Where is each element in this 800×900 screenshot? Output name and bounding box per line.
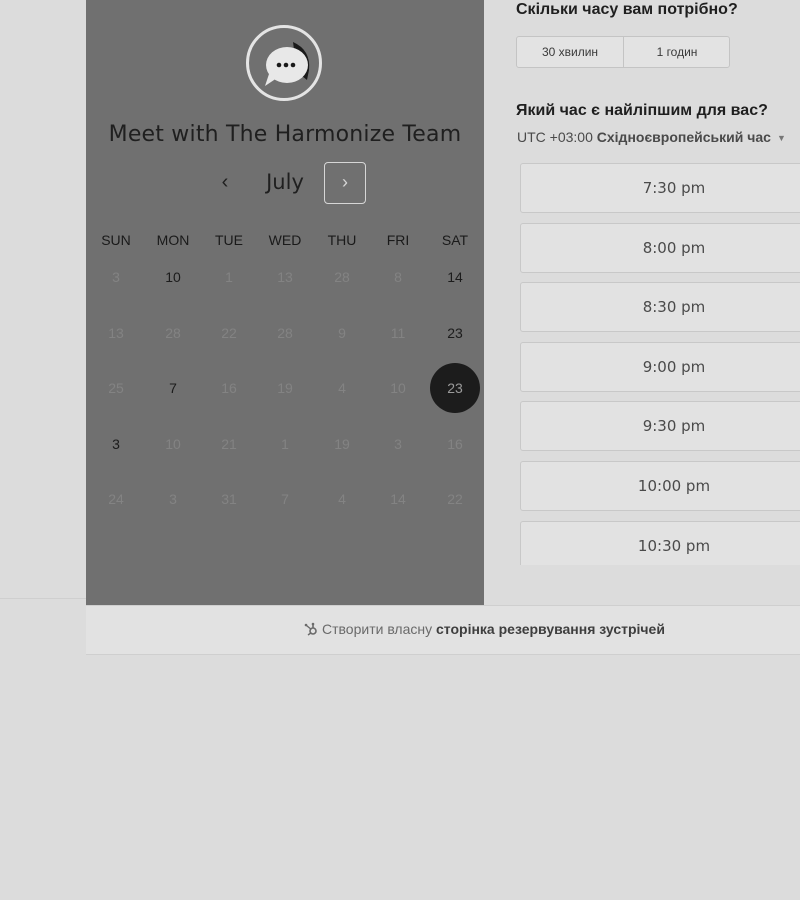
- unavailable-day: 10: [165, 436, 181, 452]
- available-day[interactable]: 10: [153, 257, 193, 297]
- unavailable-day: 24: [108, 491, 124, 507]
- weekday-header: FRI: [386, 232, 410, 248]
- time-question: Який час є найліпшим для вас?: [516, 102, 768, 119]
- available-day[interactable]: 23: [435, 313, 475, 353]
- unavailable-day: 9: [338, 325, 346, 341]
- weekday-header: MON: [156, 232, 190, 248]
- time-slot-label: 7:30 pm: [642, 179, 706, 197]
- unavailable-day: 11: [390, 325, 406, 341]
- time-slot-button[interactable]: 9:00 pm: [520, 341, 800, 392]
- unavailable-day: 31: [221, 491, 237, 507]
- time-slot-list: 7:30 pm 8:00 pm 8:30 pm 9:00 pm 9:30 pm 10:00…: [520, 163, 800, 565]
- unavailable-day: 13: [108, 325, 124, 341]
- next-month-button[interactable]: ›: [324, 162, 366, 204]
- weekday-header: TUE: [215, 232, 243, 248]
- unavailable-day: 22: [447, 491, 463, 507]
- create-booking-page-link[interactable]: сторінка резервування зустрічей: [436, 621, 665, 637]
- chat-bubble-icon: [246, 25, 322, 101]
- unavailable-day: 4: [338, 380, 346, 396]
- available-day[interactable]: 7: [153, 368, 193, 408]
- divider: [0, 598, 86, 599]
- timezone-offset: UTC +03:00: [517, 129, 593, 145]
- weekday-header: SAT: [441, 232, 469, 248]
- month-label: July: [266, 170, 304, 194]
- unavailable-day: 28: [277, 325, 293, 341]
- available-day[interactable]: 3: [96, 424, 136, 464]
- caret-down-icon: ▼: [776, 133, 786, 144]
- unavailable-day: 16: [221, 380, 237, 396]
- duration-30-min-button[interactable]: 30 хвилин: [517, 37, 624, 67]
- calendar-panel: Meet with The Harmonize Team ‹ July › SU…: [86, 0, 484, 605]
- time-slot-label: 10:30 pm: [637, 536, 711, 555]
- booking-page: Meet with The Harmonize Team ‹ July › SU…: [0, 0, 800, 900]
- time-slot-label: 8:30 pm: [642, 298, 706, 317]
- unavailable-day: 28: [165, 325, 181, 341]
- unavailable-day: 14: [390, 491, 406, 507]
- unavailable-day: 4: [338, 491, 346, 507]
- footer-text: Створити власну сторінка резервування зу…: [304, 621, 665, 639]
- time-slot-button[interactable]: 8:00 pm: [520, 222, 800, 273]
- unavailable-day: 28: [334, 269, 350, 285]
- time-slot-label: 8:00 pm: [642, 238, 706, 257]
- unavailable-day: 3: [112, 269, 120, 285]
- month-navigation: ‹ July ›: [86, 162, 484, 206]
- weekday-header: SUN: [101, 232, 131, 248]
- hubspot-icon: [304, 622, 318, 639]
- time-slot-label: 10:00 pm: [637, 477, 711, 495]
- page-title: Meet with The Harmonize Team: [108, 122, 462, 147]
- time-slot-label: 9:30 pm: [642, 417, 706, 436]
- unavailable-day: 25: [108, 380, 124, 396]
- available-day[interactable]: 14: [435, 257, 475, 297]
- unavailable-day: 1: [225, 269, 233, 285]
- time-slot-label: 9:00 pm: [642, 357, 706, 376]
- unavailable-day: 3: [169, 491, 177, 507]
- unavailable-day: 1: [281, 436, 289, 452]
- unavailable-day: 8: [394, 269, 402, 285]
- time-slot-button[interactable]: 8:30 pm: [520, 282, 800, 333]
- weekday-header: THU: [327, 232, 357, 248]
- time-slot-button[interactable]: 10:30 pm: [520, 520, 800, 565]
- footer: Створити власну сторінка резервування зу…: [86, 605, 800, 655]
- time-slot-button[interactable]: 7:30 pm: [520, 163, 800, 213]
- timezone-name: Східноєвропейський час: [596, 129, 771, 145]
- prev-month-button[interactable]: ‹: [212, 162, 238, 204]
- footer-prefix: Створити власну: [322, 621, 433, 637]
- unavailable-day: 10: [390, 380, 406, 396]
- weekday-header: WED: [268, 232, 302, 248]
- selected-day[interactable]: 23: [430, 363, 480, 413]
- time-slot-button[interactable]: 9:30 pm: [520, 401, 800, 452]
- time-slot-button[interactable]: 10:00 pm: [520, 461, 800, 511]
- duration-1-hour-button[interactable]: 1 годин: [624, 37, 730, 67]
- weekday-header-row: SUN MON TUE WED THU FRI SAT: [86, 232, 484, 250]
- timezone-selector[interactable]: UTC +03:00 Східноєвропейський час ▼: [517, 129, 786, 145]
- unavailable-day: 21: [221, 436, 237, 452]
- calendar-grid: 3 10 1 13 28 8 14 13 28 22 28 9 11 23 25 7 16 19 4 10 23 3 10 2…: [86, 250, 484, 530]
- unavailable-day: 13: [277, 269, 293, 285]
- unavailable-day: 7: [281, 491, 289, 507]
- unavailable-day: 3: [394, 436, 402, 452]
- duration-selector: 30 хвилин 1 годин: [516, 36, 730, 68]
- unavailable-day: 19: [334, 436, 350, 452]
- duration-question: Скільки часу вам потрібно?: [516, 1, 738, 18]
- unavailable-day: 22: [221, 325, 237, 341]
- scheduling-panel: Скільки часу вам потрібно? 30 хвилин 1 г…: [484, 0, 800, 605]
- unavailable-day: 19: [277, 380, 293, 396]
- unavailable-day: 16: [447, 436, 463, 452]
